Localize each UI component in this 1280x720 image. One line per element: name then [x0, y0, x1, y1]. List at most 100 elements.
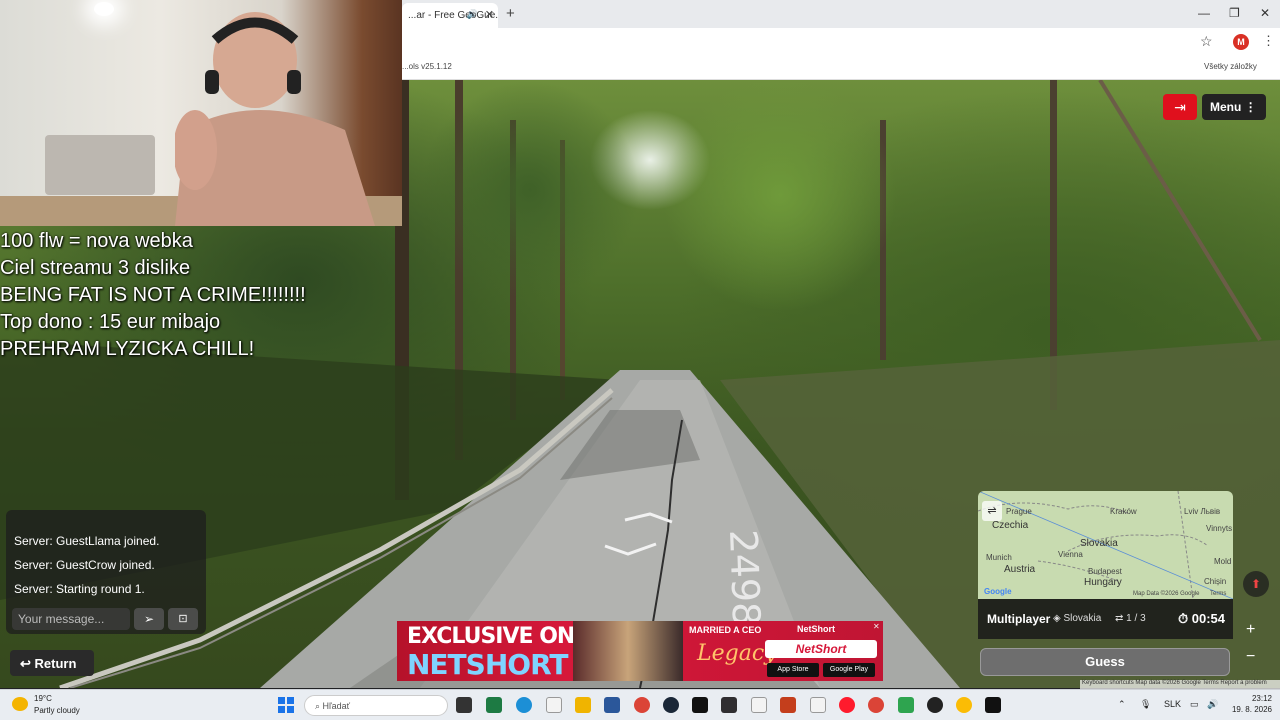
ad-brand-pill: NetShort — [765, 640, 877, 658]
timer-value: 00:54 — [1191, 611, 1226, 626]
chrome-active-icon[interactable] — [868, 697, 884, 713]
map-name-label: ◈ Slovakia — [1053, 613, 1101, 624]
bookmark-item[interactable]: ...ols v25.1.12 — [402, 62, 452, 71]
terminal-icon[interactable] — [692, 697, 708, 713]
file-explorer-icon[interactable] — [575, 697, 591, 713]
app-store-badge[interactable]: App Store — [767, 663, 819, 677]
bed — [45, 135, 155, 195]
foliage — [420, 80, 640, 300]
map-toggle-icon[interactable]: ⇌ — [982, 501, 1002, 521]
ad-headline: EXCLUSIVE ON — [407, 624, 575, 649]
network-icon[interactable]: ▭ — [1190, 699, 1199, 710]
map-label-hungary: Hungary — [1084, 577, 1122, 588]
chrome-canary-icon[interactable] — [956, 697, 972, 713]
map-label-slovakia: Slovakia — [1080, 538, 1118, 549]
chat-message-input[interactable]: Your message... — [12, 608, 130, 630]
return-button[interactable]: ↩ Return — [10, 650, 94, 676]
maximize-button[interactable]: ❐ — [1229, 6, 1240, 20]
ad-brand-small: NetShort — [797, 624, 835, 634]
chat-message: Server: GuestCrow joined. — [14, 558, 155, 572]
game-mode-label: Multiplayer — [987, 612, 1051, 626]
timer-icon: ⏱ — [1178, 611, 1192, 626]
profile-avatar[interactable]: M — [1233, 34, 1249, 50]
chrome-icon[interactable] — [634, 697, 650, 713]
excel-icon[interactable] — [486, 697, 502, 713]
map-label-prague: Prague — [1006, 507, 1032, 516]
all-bookmarks-button[interactable]: Všetky záložky — [1204, 62, 1257, 71]
language-indicator[interactable]: SLK — [1164, 699, 1181, 709]
guess-minimap[interactable]: ⇌ Prague Czechia Kraków Lviv Львів Vinny… — [978, 491, 1233, 599]
overlay-line: 100 flw = nova webka — [0, 230, 193, 252]
streamer — [175, 12, 375, 226]
search-icon: ⌕ — [315, 701, 323, 711]
weather-temperature: 19°C — [34, 694, 52, 703]
task-view-icon[interactable] — [456, 697, 472, 713]
tray-overflow-icon[interactable]: ⌃ — [1118, 699, 1126, 710]
taskbar-search-input[interactable]: ⌕ Hľadať — [304, 695, 448, 716]
app-icon[interactable] — [985, 697, 1001, 713]
app-icon[interactable] — [927, 697, 943, 713]
overlay-line: Top dono : 15 eur mibajo — [0, 311, 221, 333]
powerpoint-icon[interactable] — [780, 697, 796, 713]
clock-time: 23:12 — [1251, 694, 1272, 703]
ad-close-icon[interactable]: ✕ — [873, 622, 883, 632]
close-tab-icon[interactable]: ✕ — [485, 8, 494, 21]
window-close-button[interactable]: ✕ — [1260, 6, 1270, 20]
map-label-munich: Munich — [986, 553, 1012, 562]
start-menu-icon[interactable] — [278, 697, 294, 713]
map-terms-link[interactable]: Terms — [1210, 591, 1226, 597]
ad-image — [573, 621, 683, 681]
browser-tab-geoguessr[interactable]: ...ar - Free GeoGue... 🔊 ✕ — [402, 3, 498, 28]
google-play-badge[interactable]: Google Play — [823, 663, 875, 677]
word-icon[interactable] — [604, 697, 620, 713]
layers-icon: ◈ — [1053, 613, 1064, 624]
overlay-line: BEING FAT IS NOT A CRIME!!!!!!!! — [0, 284, 306, 306]
obs-icon[interactable] — [721, 697, 737, 713]
chat-panel: Server: GuestLlama joined. Server: Guest… — [6, 510, 206, 634]
overlay-line: Ciel streamu 3 dislike — [0, 257, 191, 279]
map-label-czechia: Czechia — [992, 520, 1029, 531]
map-name: Slovakia — [1063, 613, 1102, 624]
windows-taskbar: 19°C Partly cloudy ⌕ Hľadať ⌃ 🎙 SLK ▭ 🔊 … — [0, 689, 1280, 720]
send-icon[interactable]: ➢ — [134, 608, 164, 630]
file-icon[interactable] — [546, 697, 562, 713]
guess-button[interactable]: Guess — [980, 648, 1230, 676]
browser-menu-icon[interactable]: ⋮ — [1262, 33, 1275, 49]
new-tab-button[interactable]: + — [506, 5, 515, 22]
edge-icon[interactable] — [516, 697, 532, 713]
chat-options-icon[interactable]: ⊡ — [168, 608, 198, 630]
system-clock[interactable]: 23:12 19. 8. 2026 — [1226, 693, 1272, 715]
volume-icon[interactable]: 🔊 — [1207, 699, 1218, 710]
audio-icon[interactable]: 🔊 — [467, 9, 478, 20]
round-timer: ⏱ 00:54 — [1178, 611, 1225, 627]
weather-icon[interactable] — [12, 697, 28, 711]
compass-icon[interactable]: ⬆ — [1243, 571, 1269, 597]
webcam-overlay — [0, 0, 402, 226]
map-label-lviv: Lviv Львів — [1184, 507, 1221, 516]
map-label-vienna: Vienna — [1058, 550, 1083, 559]
clock-date: 19. 8. 2026 — [1231, 705, 1272, 714]
chat-message: Server: GuestLlama joined. — [14, 534, 160, 548]
exit-game-button[interactable]: ⇥ — [1163, 94, 1197, 120]
app-icon[interactable] — [898, 697, 914, 713]
map-label-krakow: Kraków — [1110, 507, 1137, 516]
streetview-credits: Keyboard shortcuts Map data ©2026 Google… — [1080, 680, 1280, 689]
ad-banner[interactable]: EXCLUSIVE ON NETSHORT MARRIED A CEO Lega… — [397, 621, 883, 681]
ceiling-lamp — [94, 2, 114, 16]
zoom-out-button[interactable]: − — [1246, 648, 1255, 666]
document-icon[interactable] — [810, 697, 826, 713]
bookmark-star-icon[interactable]: ☆ — [1200, 33, 1213, 50]
game-menu-button[interactable]: Menu ⋮ — [1202, 94, 1266, 120]
google-logo: Google — [984, 587, 1012, 596]
game-status-bar: Multiplayer ◈ Slovakia ⇄ 1 / 3 ⏱ 00:54 — [978, 599, 1233, 639]
round-counter: ⇄ 1 / 3 — [1115, 613, 1146, 624]
ad-tagline: MARRIED A CEO — [689, 625, 762, 635]
search-placeholder: Hľadať — [322, 701, 351, 711]
zoom-in-button[interactable]: + — [1246, 621, 1255, 639]
opera-icon[interactable] — [839, 697, 855, 713]
notepad-icon[interactable] — [751, 697, 767, 713]
steam-icon[interactable] — [663, 697, 679, 713]
minimize-button[interactable]: — — [1198, 6, 1210, 20]
microphone-icon[interactable]: 🎙 — [1140, 699, 1151, 710]
map-data-credit: Map Data ©2026 Google — [1133, 591, 1200, 597]
